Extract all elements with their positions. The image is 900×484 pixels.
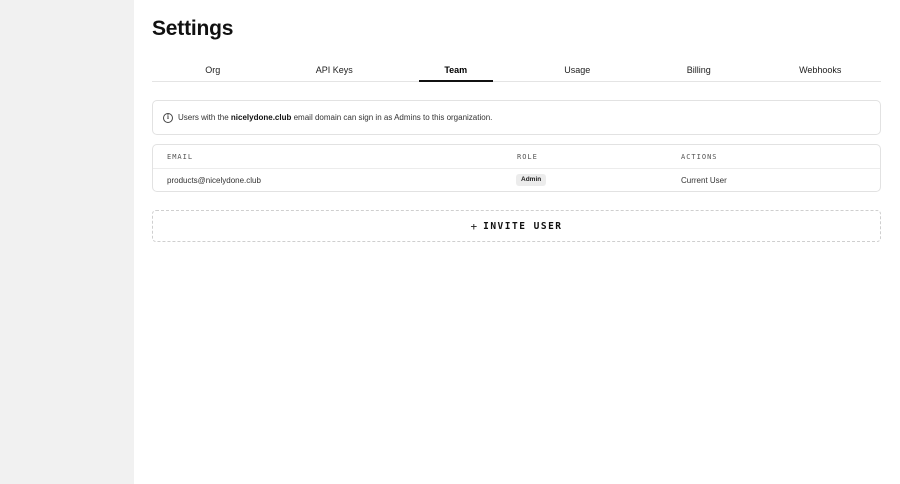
column-header-actions: ACTIONS xyxy=(681,153,718,161)
role-badge: Admin xyxy=(516,174,547,186)
tab-org[interactable]: Org xyxy=(152,60,274,81)
tab-billing[interactable]: Billing xyxy=(638,60,760,81)
tab-webhooks[interactable]: Webhooks xyxy=(760,60,882,81)
tab-usage[interactable]: Usage xyxy=(517,60,639,81)
column-header-role: ROLE xyxy=(517,153,538,161)
info-prefix: Users with the xyxy=(178,113,231,122)
settings-tabs: Org API Keys Team Usage Billing Webhooks xyxy=(152,60,881,82)
info-icon: i xyxy=(163,112,173,123)
domain-info-banner: i Users with the nicelydone.club email d… xyxy=(152,100,881,135)
invite-user-label: INVITE USER xyxy=(483,220,563,232)
info-domain: nicelydone.club xyxy=(230,113,292,122)
sidebar xyxy=(0,0,134,484)
user-action: Current User xyxy=(681,176,727,185)
main-content: Settings Org API Keys Team Usage Billing… xyxy=(152,0,881,484)
page-title: Settings xyxy=(152,17,234,40)
tab-team[interactable]: Team xyxy=(395,60,517,82)
info-text: Users with the nicelydone.club email dom… xyxy=(178,113,492,122)
table-row: products@nicelydone.club Admin Current U… xyxy=(153,169,880,192)
user-email: products@nicelydone.club xyxy=(167,176,261,185)
team-table: EMAIL ROLE ACTIONS products@nicelydone.c… xyxy=(152,144,881,192)
column-header-email: EMAIL xyxy=(167,153,194,161)
invite-user-button[interactable]: + INVITE USER xyxy=(152,210,881,242)
plus-icon: + xyxy=(470,219,478,233)
tab-api-keys[interactable]: API Keys xyxy=(274,60,396,81)
info-suffix: email domain can sign in as Admins to th… xyxy=(291,113,493,122)
table-header: EMAIL ROLE ACTIONS xyxy=(153,145,880,169)
